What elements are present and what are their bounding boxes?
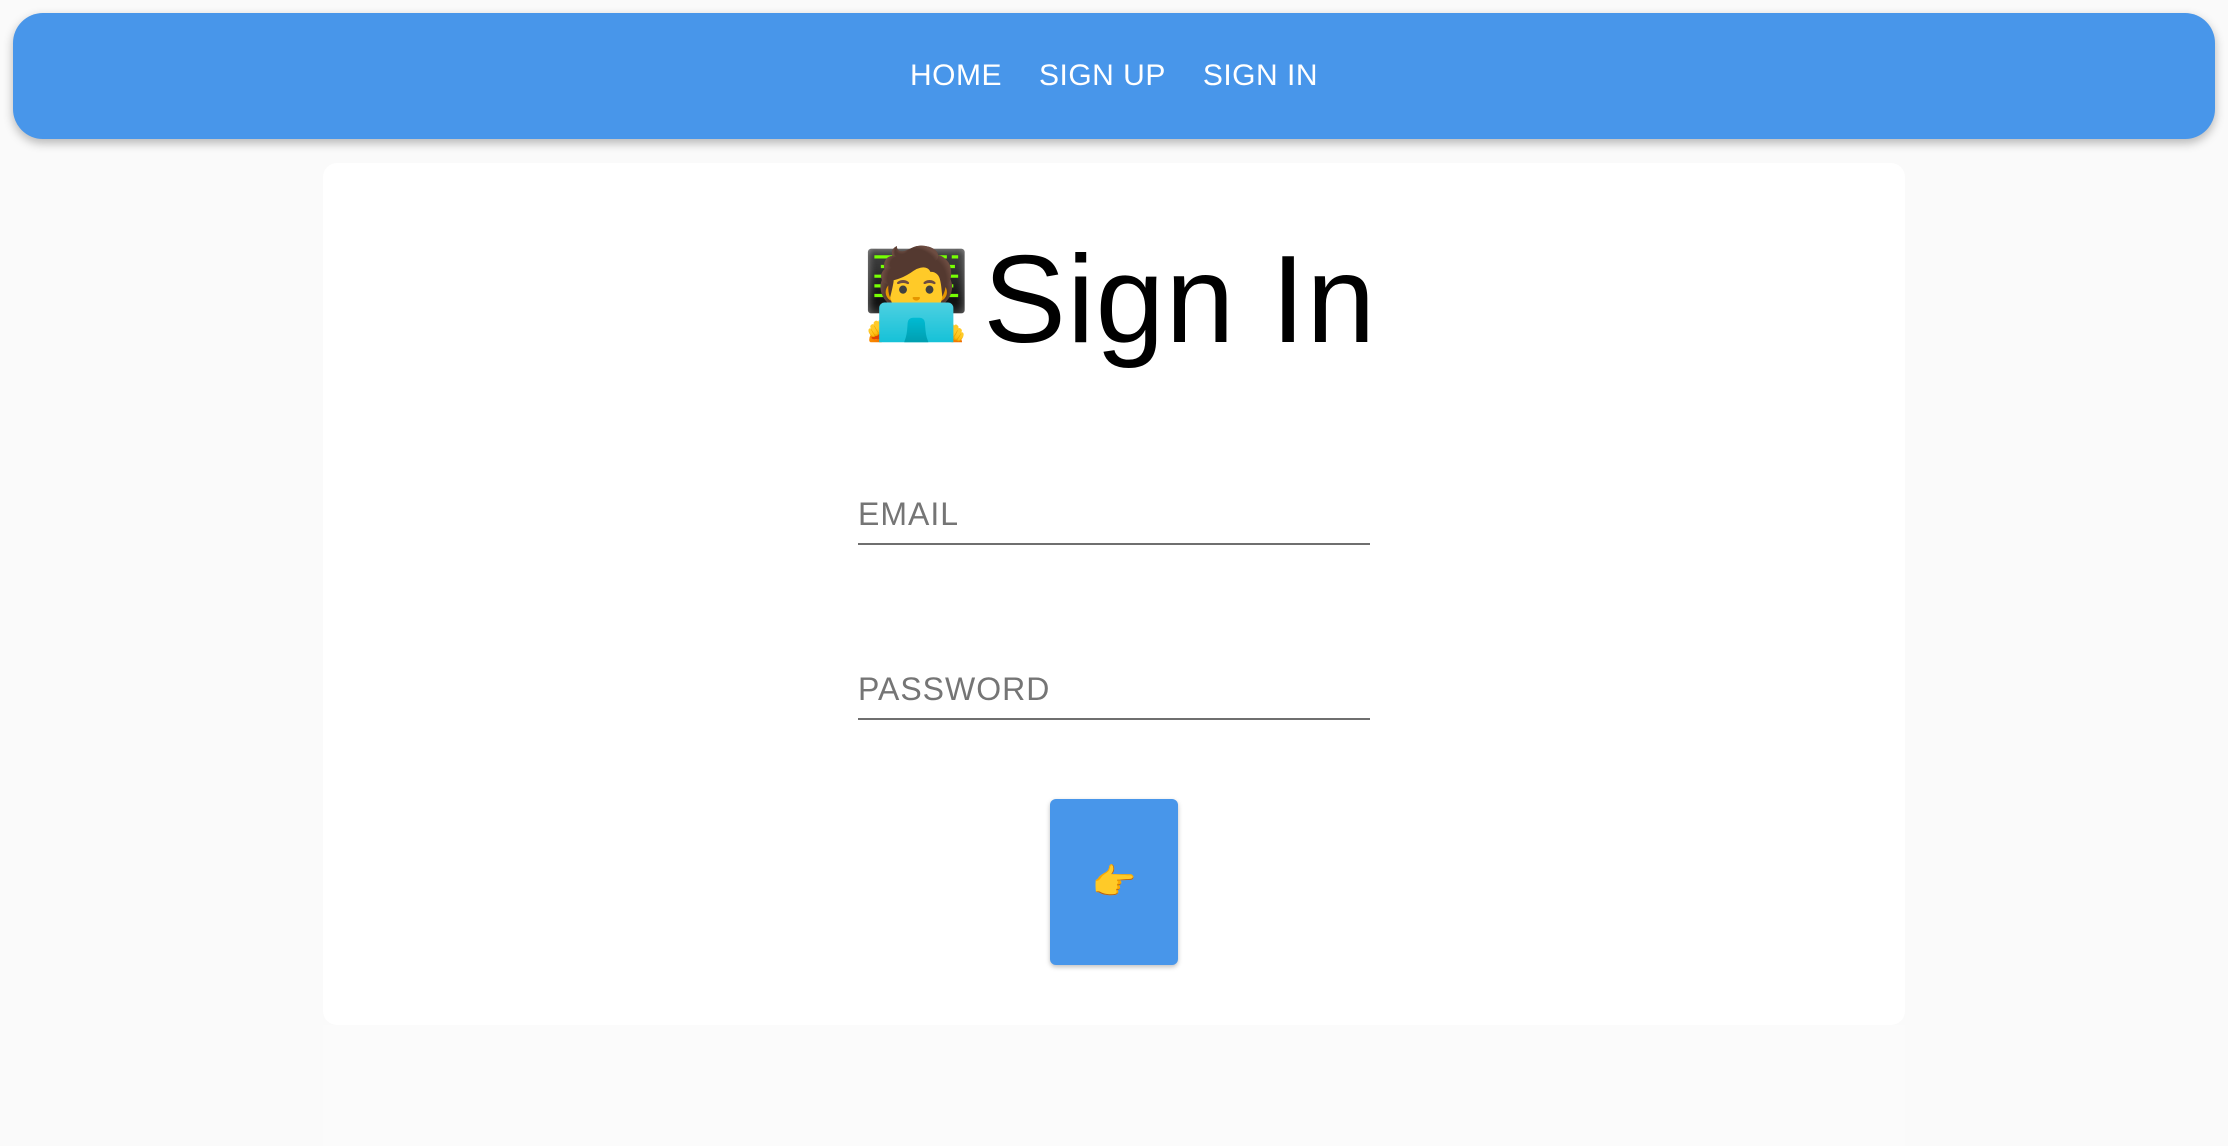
page-title-text: Sign In: [983, 231, 1377, 369]
nav-link-home[interactable]: HOME: [910, 59, 1002, 93]
password-field-wrapper: [858, 648, 1370, 720]
password-field[interactable]: [858, 671, 1370, 708]
top-navbar: HOME SIGN UP SIGN IN: [13, 13, 2215, 139]
sign-in-card: 🧑‍💻 Sign In 👉: [323, 163, 1905, 1025]
nav-link-sign-up[interactable]: SIGN UP: [1039, 59, 1166, 93]
technologist-icon: 🧑‍💻: [861, 244, 972, 343]
page-footer-area: [323, 1025, 1905, 1146]
pointing-right-icon: 👉: [1091, 861, 1137, 902]
email-field-wrapper: [858, 473, 1370, 545]
nav-link-sign-in[interactable]: SIGN IN: [1203, 59, 1318, 93]
email-field[interactable]: [858, 496, 1370, 533]
sign-in-submit-button[interactable]: 👉: [1050, 799, 1178, 965]
page-title: 🧑‍💻 Sign In: [323, 225, 1905, 375]
